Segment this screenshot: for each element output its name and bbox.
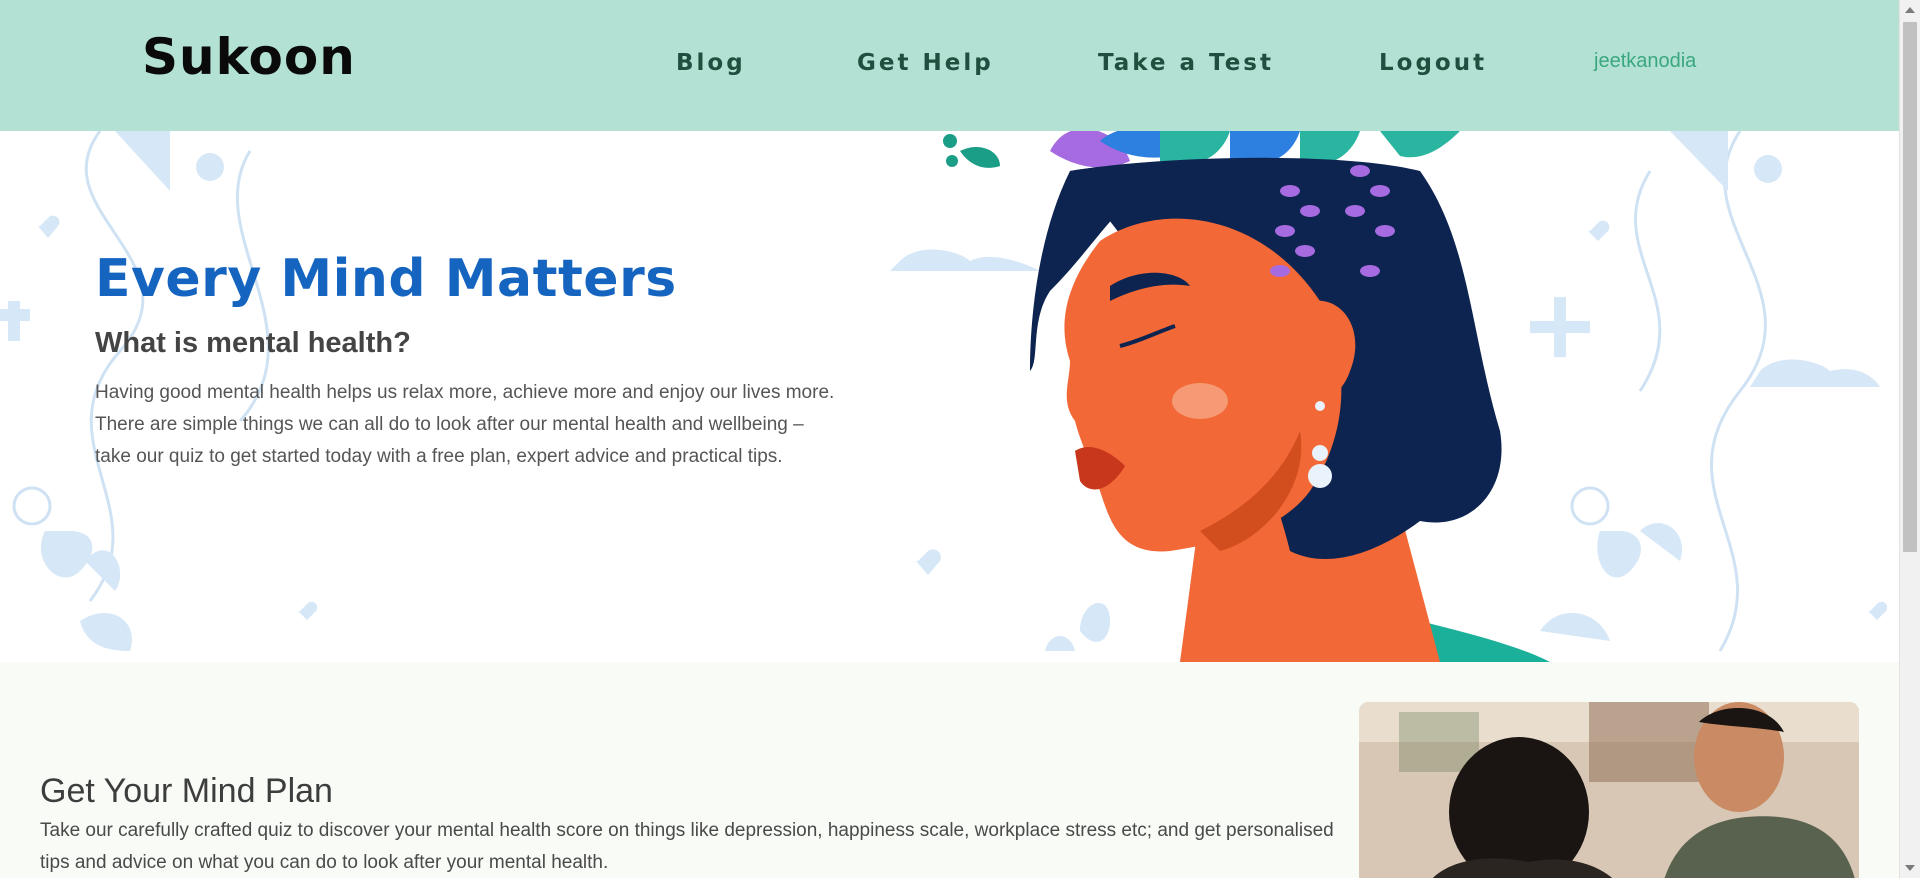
mind-plan-section: Get Your Mind Plan Take our carefully cr… [0,662,1899,878]
nav-username[interactable]: jeetkanodia [1594,50,1696,73]
page: Sukoon Blog Get Help Take a Test Logout … [0,0,1899,878]
mind-plan-title: Get Your Mind Plan [40,772,333,810]
brand-logo[interactable]: Sukoon [142,28,356,86]
hero-description: Having good mental health helps us relax… [95,382,835,467]
nav-link-logout[interactable]: Logout [1379,50,1487,76]
navbar: Sukoon Blog Get Help Take a Test Logout … [0,0,1899,131]
hero-subtitle: What is mental health? [95,327,411,359]
hero-section: Every Mind Matters What is mental health… [0,131,1899,662]
nav-link-blog[interactable]: Blog [676,50,746,76]
mind-plan-description: Take our carefully crafted quiz to disco… [40,820,1334,873]
mind-plan-photo [1359,702,1859,878]
vertical-scrollbar[interactable] [1899,0,1920,878]
nav-link-get-help[interactable]: Get Help [857,50,994,76]
scroll-up-arrow-icon[interactable] [1905,7,1915,13]
scrollbar-thumb[interactable] [1903,22,1917,552]
people-photo-image [1359,702,1859,878]
hero-title: Every Mind Matters [95,249,677,309]
scroll-down-arrow-icon[interactable] [1905,865,1915,871]
nav-link-take-a-test[interactable]: Take a Test [1098,50,1274,76]
